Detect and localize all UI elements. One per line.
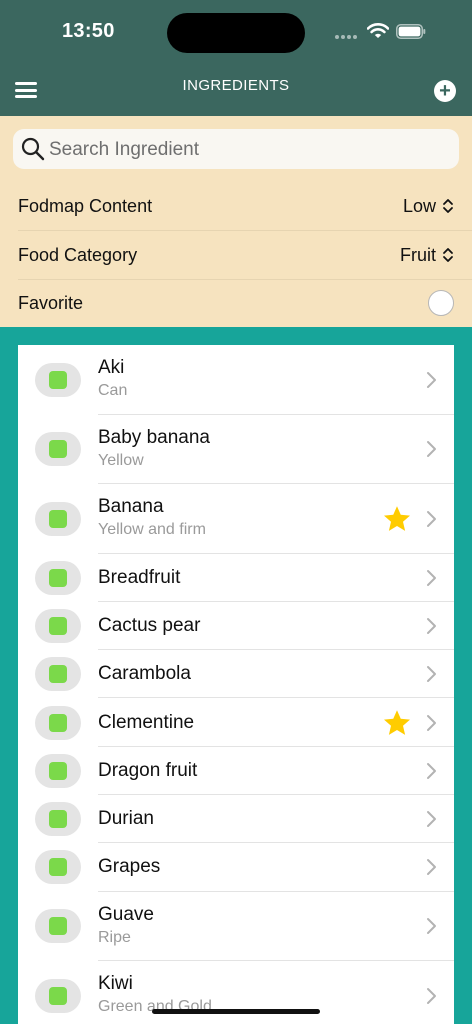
search-input[interactable] bbox=[47, 135, 451, 165]
ingredient-detail: Yellow bbox=[98, 451, 144, 469]
favorite-filter: Favorite bbox=[18, 279, 472, 327]
ingredient-row[interactable]: Clementine bbox=[18, 698, 454, 747]
fodmap-indicator bbox=[35, 909, 81, 944]
ingredient-row[interactable]: Aki Can bbox=[18, 345, 454, 415]
chevron-right-icon bbox=[427, 987, 436, 1004]
chevron-right-icon bbox=[427, 714, 436, 731]
ingredient-name: Guave bbox=[98, 903, 154, 925]
battery-icon bbox=[396, 24, 426, 39]
page-title: INGREDIENTS bbox=[182, 77, 290, 94]
chevron-right-icon bbox=[427, 811, 436, 828]
low-fodmap-square-icon bbox=[49, 917, 67, 936]
ingredient-name: Kiwi bbox=[98, 973, 133, 995]
ingredient-row[interactable]: Durian bbox=[18, 795, 454, 844]
chevron-right-icon bbox=[427, 666, 436, 683]
fodmap-content-picker[interactable]: Low bbox=[403, 182, 454, 230]
low-fodmap-square-icon bbox=[49, 858, 67, 877]
ingredient-row[interactable]: Cactus pear bbox=[18, 602, 454, 651]
fodmap-indicator bbox=[35, 560, 81, 595]
chevron-right-icon bbox=[427, 510, 436, 527]
low-fodmap-square-icon bbox=[49, 810, 67, 829]
chevron-right-icon bbox=[427, 918, 436, 935]
ingredient-detail: Yellow and firm bbox=[98, 521, 206, 538]
ingredient-row[interactable]: Dragon fruit bbox=[18, 747, 454, 795]
fodmap-indicator bbox=[35, 362, 81, 397]
food-category-picker[interactable]: Fruit bbox=[400, 231, 454, 279]
up-down-chevron-icon bbox=[443, 248, 453, 262]
food-category-value: Fruit bbox=[400, 244, 436, 265]
chevron-right-icon bbox=[427, 762, 436, 779]
ingredient-detail: Can bbox=[98, 382, 128, 399]
ingredient-name: Carambola bbox=[98, 663, 191, 685]
add-ingredient-button[interactable]: + bbox=[434, 80, 456, 102]
ingredient-name: Cactus pear bbox=[98, 614, 201, 636]
fodmap-indicator bbox=[35, 753, 81, 788]
ingredient-list: Aki Can Baby banana Yellow Banana Yellow and … bbox=[18, 345, 454, 1024]
low-fodmap-square-icon bbox=[49, 761, 67, 780]
chevron-right-icon bbox=[427, 371, 436, 388]
ingredient-name: Dragon fruit bbox=[98, 759, 198, 781]
wifi-icon bbox=[367, 23, 389, 38]
ingredient-name: Grapes bbox=[98, 856, 161, 878]
ingredient-row[interactable]: Breadfruit bbox=[18, 554, 454, 602]
chevron-right-icon bbox=[427, 569, 436, 586]
low-fodmap-square-icon bbox=[49, 440, 67, 459]
ingredient-name: Clementine bbox=[98, 711, 195, 733]
status-time: 13:50 bbox=[62, 20, 115, 42]
ingredient-name: Durian bbox=[98, 808, 154, 830]
chevron-right-icon bbox=[427, 441, 436, 458]
favorite-star-icon bbox=[384, 506, 410, 531]
favorite-label: Favorite bbox=[18, 292, 84, 313]
low-fodmap-square-icon bbox=[49, 509, 67, 528]
fodmap-indicator bbox=[35, 501, 81, 536]
low-fodmap-square-icon bbox=[49, 568, 67, 587]
fodmap-content-value: Low bbox=[402, 195, 436, 216]
search-icon bbox=[21, 137, 45, 161]
ingredient-name: Breadfruit bbox=[98, 566, 181, 588]
low-fodmap-square-icon bbox=[49, 616, 67, 635]
filter-panel: Fodmap Content Low Food Category Fruit F… bbox=[0, 116, 472, 327]
ingredient-name: Aki bbox=[98, 357, 125, 378]
ingredient-row[interactable]: Banana Yellow and firm bbox=[18, 484, 454, 554]
nav-header: 13:50 INGREDIENTS + bbox=[0, 0, 472, 116]
low-fodmap-square-icon bbox=[49, 986, 67, 1005]
low-fodmap-square-icon bbox=[49, 665, 67, 684]
fodmap-indicator bbox=[35, 978, 81, 1013]
home-indicator bbox=[152, 1009, 320, 1014]
ingredient-row[interactable]: Baby banana Yellow bbox=[18, 415, 454, 484]
fodmap-indicator bbox=[35, 432, 81, 467]
fodmap-indicator bbox=[35, 850, 81, 885]
ingredient-row[interactable]: Carambola bbox=[18, 650, 454, 699]
chevron-right-icon bbox=[427, 617, 436, 634]
fodmap-content-label: Fodmap Content bbox=[18, 195, 153, 216]
fodmap-indicator bbox=[35, 705, 81, 740]
fodmap-indicator bbox=[35, 608, 81, 643]
favorite-star-icon bbox=[384, 709, 410, 735]
cellular-signal-icon bbox=[335, 35, 357, 39]
ingredient-row[interactable]: Grapes bbox=[18, 843, 454, 892]
up-down-chevron-icon bbox=[443, 199, 453, 213]
dynamic-island bbox=[167, 13, 305, 53]
ingredient-row[interactable]: Kiwi Green and Gold bbox=[18, 961, 454, 1024]
ingredient-row[interactable]: Guave Ripe bbox=[18, 892, 454, 962]
search-bar[interactable] bbox=[13, 129, 459, 169]
chevron-right-icon bbox=[427, 859, 436, 876]
ingredient-name: Baby banana bbox=[98, 426, 210, 448]
food-category-label: Food Category bbox=[18, 244, 138, 265]
ingredient-detail: Ripe bbox=[98, 928, 131, 946]
low-fodmap-square-icon bbox=[49, 370, 67, 389]
fodmap-indicator bbox=[35, 657, 81, 692]
fodmap-content-filter[interactable]: Fodmap Content Low bbox=[18, 182, 472, 231]
ingredient-name: Banana bbox=[98, 496, 164, 517]
low-fodmap-square-icon bbox=[49, 713, 67, 732]
fodmap-indicator bbox=[35, 802, 81, 837]
food-category-filter[interactable]: Food Category Fruit bbox=[18, 231, 472, 280]
favorite-toggle[interactable] bbox=[428, 290, 454, 316]
